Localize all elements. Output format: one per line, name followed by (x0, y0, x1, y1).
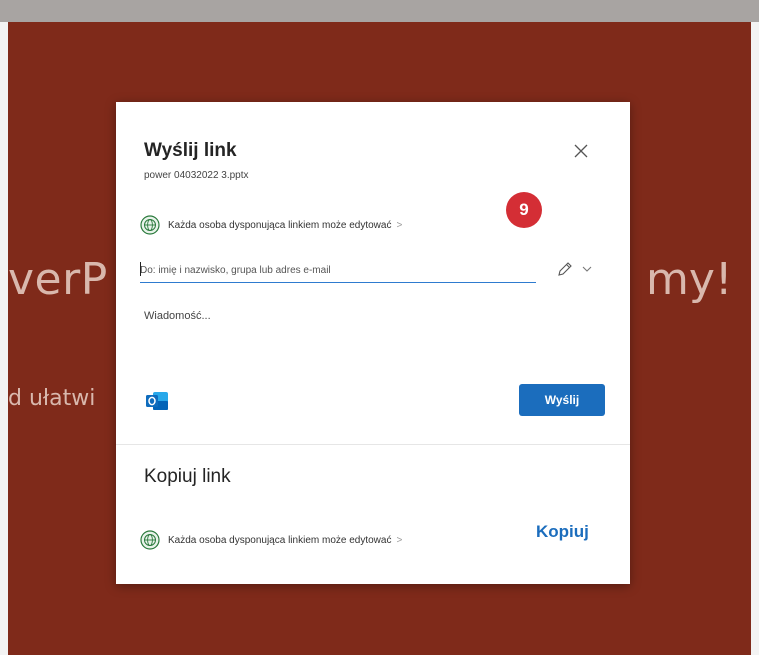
chevron-right-icon: > (396, 219, 403, 231)
text-cursor (140, 262, 141, 276)
globe-icon (140, 530, 160, 550)
globe-icon (140, 215, 160, 235)
file-name: power 04032022 3.pptx (144, 170, 249, 181)
copy-link-permission-selector[interactable]: Każda osoba dysponująca linkiem może edy… (140, 529, 402, 551)
section-divider (116, 444, 630, 445)
top-bar (0, 0, 759, 22)
slide-title-fragment-right: my! (646, 254, 733, 305)
send-button[interactable]: Wyślij (519, 384, 605, 416)
copy-link-permission-text: Każda osoba dysponująca linkiem może edy… (168, 534, 392, 546)
slide-subtitle-fragment: d ułatwi (8, 386, 96, 411)
slide-title-fragment-left: verP (8, 254, 108, 305)
message-field[interactable]: Wiadomość... (144, 310, 211, 322)
outlook-icon[interactable] (144, 388, 170, 414)
pencil-icon[interactable] (556, 260, 574, 278)
chevron-down-icon[interactable] (581, 263, 593, 275)
copy-link-title: Kopiuj link (144, 466, 231, 487)
recipient-input[interactable] (140, 258, 536, 283)
chevron-right-icon: > (396, 534, 403, 546)
copy-button[interactable]: Kopiuj (536, 522, 589, 542)
share-dialog: Wyślij link power 04032022 3.pptx Każda … (116, 102, 630, 584)
link-permission-selector[interactable]: Każda osoba dysponująca linkiem może edy… (140, 214, 402, 236)
dialog-title: Wyślij link (144, 140, 237, 161)
close-icon[interactable] (570, 140, 592, 162)
step-badge: 9 (506, 192, 542, 228)
link-permission-text: Każda osoba dysponująca linkiem może edy… (168, 219, 392, 231)
